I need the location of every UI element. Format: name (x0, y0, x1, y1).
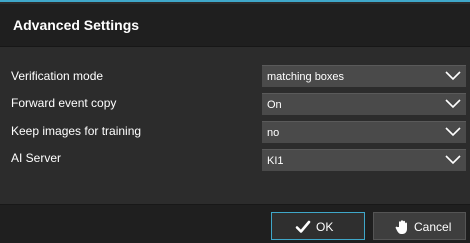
dialog-title: Advanced Settings (13, 17, 140, 33)
settings-form: Verification mode matching boxes Forward… (0, 47, 470, 204)
keep-images-value: no (267, 127, 280, 139)
ai-server-select[interactable]: KI1 (262, 149, 466, 171)
dialog-header: Advanced Settings (0, 4, 470, 47)
ok-button[interactable]: OK (271, 212, 365, 240)
chevron-down-icon (445, 127, 461, 137)
ai-server-label: AI Server (11, 151, 62, 165)
cancel-button-label: Cancel (414, 220, 452, 234)
forward-event-copy-label: Forward event copy (11, 96, 117, 110)
checkmark-icon (295, 220, 311, 233)
chevron-down-icon (445, 99, 461, 109)
keep-images-label: Keep images for training (11, 124, 142, 138)
ok-button-label: OK (316, 220, 334, 234)
verification-mode-select[interactable]: matching boxes (262, 65, 466, 87)
advanced-settings-dialog: Advanced Settings Verification mode matc… (0, 0, 470, 243)
ai-server-value: KI1 (267, 155, 284, 167)
verification-mode-label: Verification mode (11, 69, 104, 83)
chevron-down-icon (445, 155, 461, 165)
dialog-footer: OK Cancel (0, 204, 470, 243)
cancel-button[interactable]: Cancel (373, 212, 466, 240)
forward-event-copy-select[interactable]: On (262, 93, 466, 115)
keep-images-select[interactable]: no (262, 121, 466, 143)
forward-event-copy-value: On (267, 99, 282, 111)
chevron-down-icon (445, 71, 461, 81)
verification-mode-value: matching boxes (267, 71, 345, 83)
hand-stop-icon (395, 220, 407, 234)
